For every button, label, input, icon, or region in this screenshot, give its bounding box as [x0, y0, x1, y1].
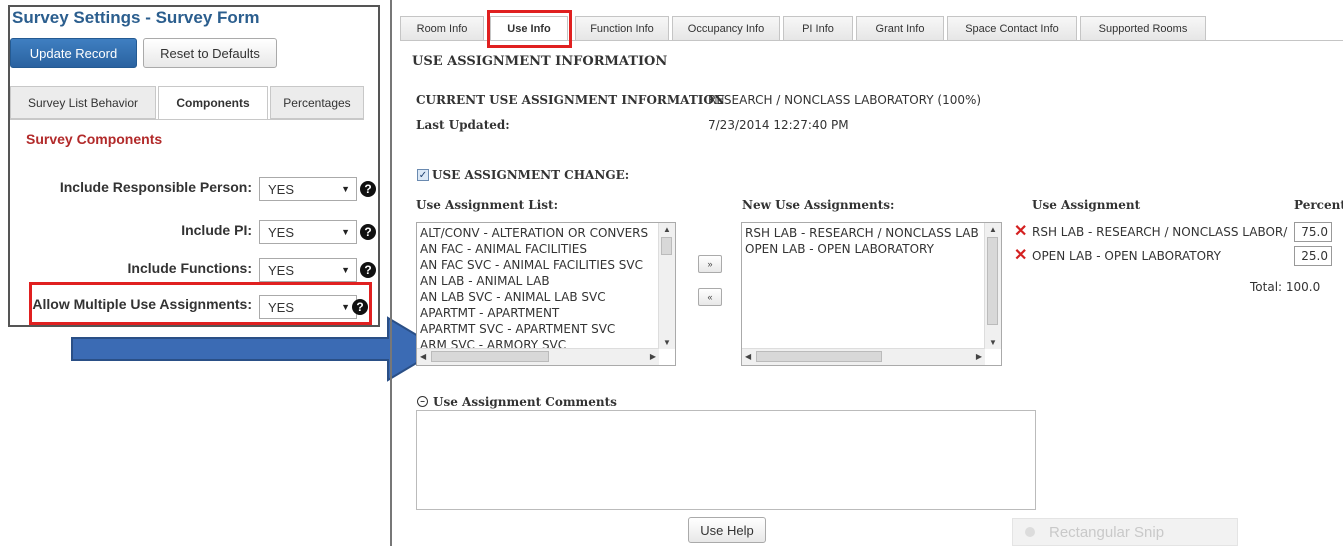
- list-item[interactable]: AN FAC - ANIMAL FACILITIES: [417, 241, 675, 257]
- percent-input[interactable]: 25.0: [1294, 246, 1332, 266]
- tab-space-contact-info[interactable]: Space Contact Info: [947, 16, 1077, 40]
- scroll-thumb[interactable]: [431, 351, 549, 362]
- snip-label: Rectangular Snip: [1049, 523, 1165, 541]
- comments-textarea[interactable]: [416, 410, 1036, 510]
- use-assignment-change-label: USE ASSIGNMENT CHANGE:: [432, 168, 630, 182]
- highlight-box: [487, 10, 572, 48]
- scroll-up-icon[interactable]: ▲: [989, 225, 997, 234]
- scroll-thumb[interactable]: [661, 237, 672, 255]
- current-assignment-label: CURRENT USE ASSIGNMENT INFORMATION: [416, 93, 725, 107]
- include-functions-select[interactable]: YES ▼: [259, 258, 357, 282]
- tab-occupancy-info[interactable]: Occupancy Info: [672, 16, 780, 40]
- select-value: YES: [268, 224, 295, 240]
- scroll-left-icon[interactable]: ◀: [745, 352, 751, 361]
- snip-tool-tooltip: Rectangular Snip: [1012, 518, 1238, 546]
- new-assignments-header: New Use Assignments:: [742, 198, 895, 212]
- scroll-down-icon[interactable]: ▼: [663, 338, 671, 347]
- use-help-button[interactable]: Use Help: [688, 517, 766, 543]
- help-icon[interactable]: ?: [360, 181, 376, 197]
- include-pi-select[interactable]: YES ▼: [259, 220, 357, 244]
- collapse-icon[interactable]: −: [417, 396, 428, 407]
- assignment-name: OPEN LAB - OPEN LABORATORY: [1032, 249, 1221, 263]
- list-item[interactable]: APARTMT - APARTMENT: [417, 305, 675, 321]
- new-assignments-list[interactable]: RSH LAB - RESEARCH / NONCLASS LAB OPEN L…: [741, 222, 1002, 366]
- percent-input[interactable]: 75.0: [1294, 222, 1332, 242]
- reset-defaults-button[interactable]: Reset to Defaults: [143, 38, 277, 68]
- dropdown-arrow-icon: ▼: [341, 227, 350, 237]
- snip-icon: [1025, 527, 1035, 537]
- blue-arrow-icon: [71, 316, 442, 382]
- scroll-right-icon[interactable]: ▶: [650, 352, 656, 361]
- dropdown-arrow-icon: ▼: [341, 265, 350, 275]
- tab-pi-info[interactable]: PI Info: [783, 16, 853, 40]
- help-icon[interactable]: ?: [360, 262, 376, 278]
- include-responsible-person-label: Include Responsible Person:: [59, 179, 252, 195]
- scroll-thumb[interactable]: [756, 351, 882, 362]
- list-item[interactable]: APARTMT SVC - APARTMENT SVC: [417, 321, 675, 337]
- scroll-up-icon[interactable]: ▲: [663, 225, 671, 234]
- percent-header: Percent: [1294, 198, 1343, 212]
- list-item[interactable]: RSH LAB - RESEARCH / NONCLASS LAB: [742, 225, 1001, 241]
- scroll-left-icon[interactable]: ◀: [420, 352, 426, 361]
- list-item[interactable]: AN FAC SVC - ANIMAL FACILITIES SVC: [417, 257, 675, 273]
- tab-components[interactable]: Components: [158, 86, 268, 120]
- last-updated-value: 7/23/2014 12:27:40 PM: [708, 118, 849, 132]
- tab-survey-list-behavior[interactable]: Survey List Behavior: [10, 86, 156, 119]
- select-value: YES: [268, 181, 295, 197]
- scroll-down-icon[interactable]: ▼: [989, 338, 997, 347]
- remove-icon[interactable]: ✕: [1014, 221, 1027, 241]
- scroll-thumb[interactable]: [987, 237, 998, 325]
- page-title: Survey Settings - Survey Form: [12, 8, 260, 27]
- tab-divider: [10, 119, 364, 120]
- section-title: Survey Components: [26, 131, 163, 147]
- scroll-right-icon[interactable]: ▶: [976, 352, 982, 361]
- add-assignment-button[interactable]: »: [698, 255, 722, 273]
- vertical-scrollbar[interactable]: ▲ ▼: [658, 223, 675, 349]
- dropdown-arrow-icon: ▼: [341, 184, 350, 194]
- tab-function-info[interactable]: Function Info: [575, 16, 669, 40]
- include-pi-label: Include PI:: [181, 222, 252, 238]
- use-assignment-header: Use Assignment: [1032, 198, 1141, 212]
- horizontal-scrollbar[interactable]: ◀ ▶: [417, 348, 659, 365]
- section-heading: USE ASSIGNMENT INFORMATION: [412, 54, 668, 69]
- use-assignment-change-checkbox[interactable]: ✓: [417, 169, 429, 181]
- assignment-list-header: Use Assignment List:: [416, 198, 559, 212]
- list-item[interactable]: AN LAB - ANIMAL LAB: [417, 273, 675, 289]
- last-updated-label: Last Updated:: [416, 118, 510, 132]
- vertical-scrollbar[interactable]: ▲ ▼: [984, 223, 1001, 349]
- list-item[interactable]: AN LAB SVC - ANIMAL LAB SVC: [417, 289, 675, 305]
- horizontal-scrollbar[interactable]: ◀ ▶: [742, 348, 985, 365]
- remove-assignment-button[interactable]: «: [698, 288, 722, 306]
- include-responsible-person-select[interactable]: YES ▼: [259, 177, 357, 201]
- assignment-name: RSH LAB - RESEARCH / NONCLASS LABOR/: [1032, 225, 1288, 239]
- include-functions-label: Include Functions:: [127, 260, 252, 276]
- help-icon[interactable]: ?: [360, 224, 376, 240]
- update-record-button[interactable]: Update Record: [10, 38, 137, 68]
- list-item[interactable]: OPEN LAB - OPEN LABORATORY: [742, 241, 1001, 257]
- current-assignment-value: RESEARCH / NONCLASS LABORATORY (100%): [708, 93, 982, 107]
- comments-label: Use Assignment Comments: [433, 395, 617, 409]
- tab-grant-info[interactable]: Grant Info: [856, 16, 944, 40]
- list-item[interactable]: ALT/CONV - ALTERATION OR CONVERS: [417, 225, 675, 241]
- select-value: YES: [268, 262, 295, 278]
- tab-room-info[interactable]: Room Info: [400, 16, 484, 40]
- remove-icon[interactable]: ✕: [1014, 245, 1027, 265]
- tab-percentages[interactable]: Percentages: [270, 86, 364, 119]
- use-assignment-list[interactable]: ALT/CONV - ALTERATION OR CONVERS AN FAC …: [416, 222, 676, 366]
- total-label: Total: 100.0: [1250, 280, 1321, 294]
- tab-supported-rooms[interactable]: Supported Rooms: [1080, 16, 1206, 40]
